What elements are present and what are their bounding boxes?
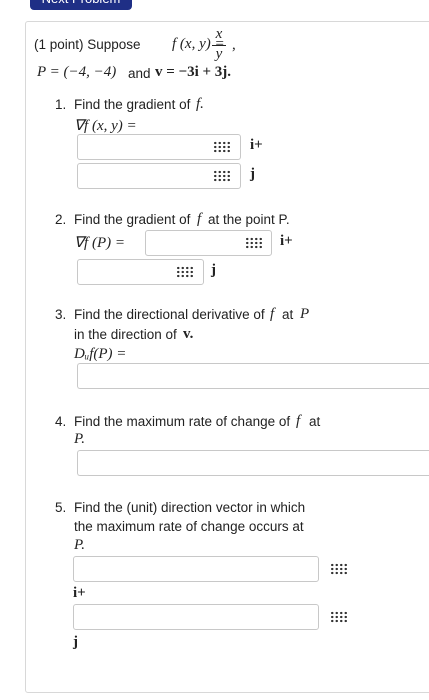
next-problem-button[interactable]: Next Problem — [30, 0, 132, 10]
keyboard-icon[interactable] — [213, 170, 231, 182]
part2-lhs: ∇f (P) = — [74, 235, 125, 251]
part3-number: 3. — [55, 307, 67, 322]
unit-j: j — [211, 262, 216, 278]
direction-j-input[interactable] — [73, 604, 319, 630]
part3-lhs: Dᵤf(P) = — [74, 346, 127, 362]
part4-at: at — [309, 414, 321, 429]
part2-text: Find the gradient of — [74, 212, 191, 227]
part5-number: 5. — [55, 500, 67, 515]
part3-line2: in the direction of — [74, 327, 177, 342]
fraction-numerator: x — [215, 26, 223, 42]
part4-var: f — [296, 413, 301, 429]
part2-tail: at the point P. — [208, 212, 290, 227]
and-text: and — [128, 66, 151, 81]
max-rate-input[interactable] — [77, 450, 429, 476]
part4-number: 4. — [55, 414, 67, 429]
unit-i: i+ — [280, 233, 293, 249]
vector-v: v = −3i + 3j. — [155, 64, 232, 80]
part1-lhs: ∇f (x, y) = — [74, 118, 137, 134]
unit-j: j — [73, 634, 78, 650]
part2-number: 2. — [55, 212, 67, 227]
unit-i: i+ — [250, 137, 263, 153]
part1-text: Find the gradient of — [74, 97, 191, 112]
direction-i-input[interactable] — [73, 556, 319, 582]
directional-derivative-input[interactable] — [77, 363, 429, 389]
part5-p: P. — [74, 537, 85, 553]
keyboard-icon[interactable] — [330, 563, 348, 575]
keyboard-icon[interactable] — [213, 141, 231, 153]
part4-text: Find the maximum rate of change of — [74, 414, 291, 429]
keyboard-icon[interactable] — [245, 237, 263, 249]
part3-at: at — [282, 307, 294, 322]
part1-var: f. — [196, 96, 204, 112]
keyboard-icon[interactable] — [176, 266, 194, 278]
unit-i: i+ — [73, 585, 86, 601]
part3-v: v. — [183, 326, 194, 342]
fraction-denominator: y — [215, 46, 223, 62]
point-p: P = (−4, −4) — [37, 64, 117, 80]
header-comma: , — [232, 37, 236, 53]
points-label: (1 point) Suppose — [34, 37, 141, 52]
part4-p: P. — [74, 431, 85, 447]
part1-number: 1. — [55, 97, 67, 112]
keyboard-icon[interactable] — [330, 611, 348, 623]
part3-var: f — [270, 306, 275, 322]
part2-var: f — [197, 211, 202, 227]
part3-p: P — [300, 306, 310, 322]
part5-line2: the maximum rate of change occurs at — [74, 519, 304, 534]
part5-line1: Find the (unit) direction vector in whic… — [74, 500, 306, 515]
part3-text: Find the directional derivative of — [74, 307, 265, 322]
unit-j: j — [250, 166, 255, 182]
